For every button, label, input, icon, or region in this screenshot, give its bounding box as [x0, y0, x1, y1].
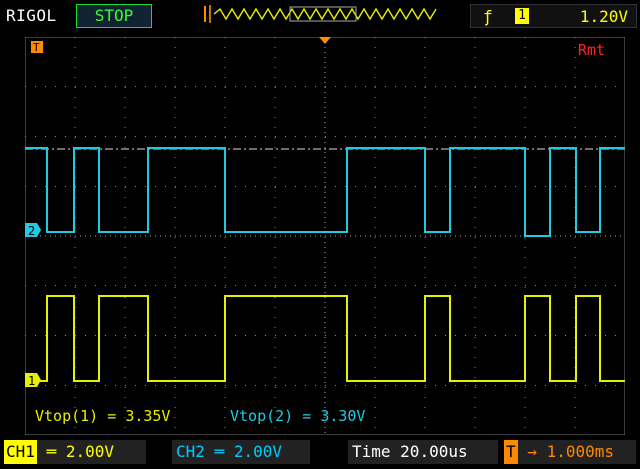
ch2-scale-panel[interactable]: CH2 ═ 2.00V	[172, 440, 310, 464]
bottom-bar: CH1 ═ 2.00V CH2 ═ 2.00V Time 20.00us T →…	[0, 438, 640, 469]
ch2-scale: 2.00V	[233, 442, 282, 461]
measurement-ch1: Vtop(1) = 3.35V	[35, 407, 170, 425]
status-text: STOP	[94, 6, 134, 25]
remote-mode-label: Rmt	[578, 41, 605, 59]
run-stop-status[interactable]: STOP	[76, 4, 152, 28]
time-value: 20.00us	[400, 442, 468, 461]
measurement-ch1-equals: =	[98, 407, 125, 425]
trigger-marker-box: T	[31, 41, 43, 54]
ch1-coupling-icon: ═	[46, 442, 57, 461]
time-label: Time	[352, 442, 391, 461]
trigger-offset-value: 1.000ms	[546, 442, 614, 461]
measurement-ch2-label: Vtop(2)	[230, 407, 293, 425]
top-bar: RIGOL STOP ƒ 1 1.20V	[0, 0, 640, 30]
ch1-scale-panel[interactable]: CH1 ═ 2.00V	[4, 440, 146, 464]
ch2-label: CH2	[176, 442, 205, 461]
measurement-ch2-equals: =	[293, 407, 320, 425]
ch1-scale: 2.00V	[65, 442, 114, 461]
trigger-offset-icon: T	[504, 440, 518, 464]
trigger-channel-badge: 1	[515, 8, 529, 24]
timebase-panel[interactable]: Time 20.00us	[348, 440, 498, 464]
arrow-right-icon: →	[527, 442, 537, 461]
ch2-coupling-icon: ═	[214, 442, 225, 461]
rising-edge-icon: ƒ	[483, 7, 493, 26]
measurement-ch2-value: 3.30V	[320, 407, 365, 425]
measurement-ch1-value: 3.35V	[125, 407, 170, 425]
memory-overview[interactable]	[204, 4, 446, 24]
trigger-marker-label: T	[33, 41, 40, 54]
ch2-marker-label: 2	[28, 224, 35, 238]
ch1-marker-label: 1	[28, 374, 35, 388]
measurement-ch2: Vtop(2) = 3.30V	[230, 407, 365, 425]
brand-label: RIGOL	[6, 6, 57, 25]
scope-screen: 2 1 T Rmt Vtop(1) = 3.35V Vtop(2) = 3.30…	[25, 37, 625, 435]
trigger-panel[interactable]: ƒ 1 1.20V	[470, 4, 637, 28]
measurement-ch1-label: Vtop(1)	[35, 407, 98, 425]
trigger-offset-panel[interactable]: T → 1.000ms	[504, 440, 636, 464]
trigger-level: 1.20V	[579, 7, 628, 26]
ch1-label: CH1	[4, 440, 37, 464]
